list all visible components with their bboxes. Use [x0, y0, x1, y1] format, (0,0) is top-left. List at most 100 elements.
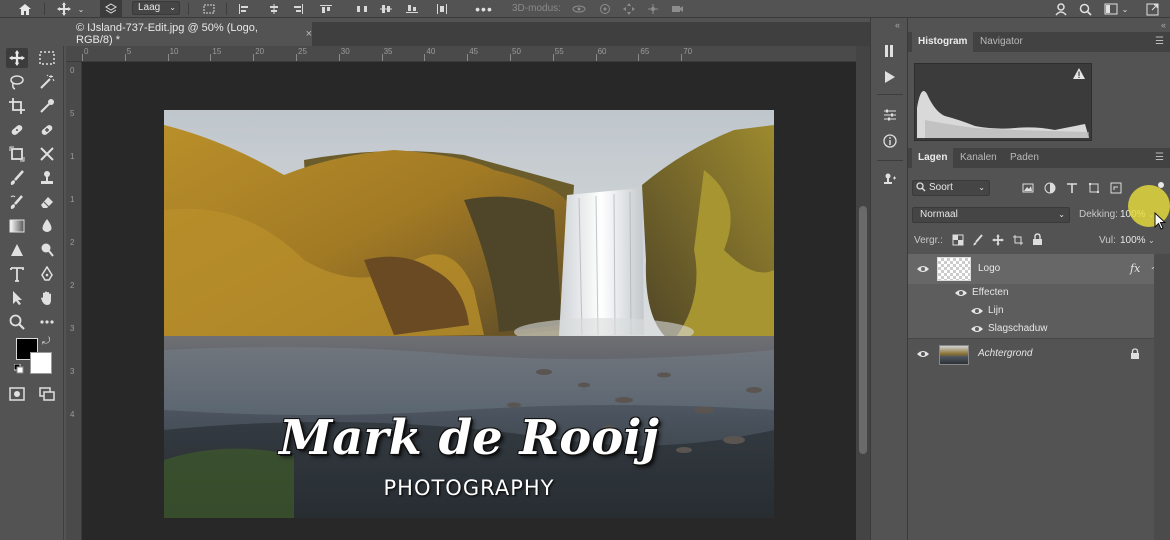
- tab-channels[interactable]: Kanalen: [954, 148, 1003, 168]
- filter-shape-icon[interactable]: [1086, 180, 1102, 196]
- auto-select-dropdown[interactable]: Laag ⌄: [132, 1, 180, 15]
- actions-play-icon[interactable]: [879, 66, 901, 88]
- transform-controls-icon[interactable]: [200, 0, 218, 18]
- move-tool-icon[interactable]: [6, 48, 28, 68]
- tab-paths[interactable]: Paden: [1004, 148, 1045, 168]
- distribute-horizontal-icon[interactable]: [434, 0, 450, 18]
- collapse-icon[interactable]: «: [895, 20, 900, 30]
- search-icon[interactable]: [1076, 0, 1094, 18]
- zoom-tool-icon[interactable]: [6, 312, 28, 332]
- patch-icon[interactable]: [36, 120, 58, 140]
- document-image[interactable]: Mark de Rooij PHOTOGRAPHY: [164, 110, 774, 518]
- hand-tool-icon[interactable]: [36, 288, 58, 308]
- marquee-tool-icon[interactable]: [36, 48, 58, 68]
- pen-icon[interactable]: [36, 264, 58, 284]
- history-brush-icon[interactable]: [6, 192, 28, 212]
- crop-tool-icon[interactable]: [6, 96, 28, 116]
- healing-brush-icon[interactable]: [6, 120, 28, 140]
- visibility-eye-icon[interactable]: [970, 306, 984, 316]
- lock-pixels-icon[interactable]: [972, 234, 984, 246]
- visibility-eye-icon[interactable]: [970, 324, 984, 334]
- chevron-down-icon[interactable]: ⌄: [1148, 236, 1155, 245]
- tab-histogram[interactable]: Histogram: [912, 32, 974, 52]
- frame-tool-icon[interactable]: [6, 144, 28, 164]
- layer-row-background[interactable]: Achtergrond: [908, 339, 1154, 369]
- paint-bucket-icon[interactable]: [6, 240, 28, 260]
- filter-type-icon[interactable]: [1064, 180, 1080, 196]
- layer-name[interactable]: Logo: [978, 263, 1000, 274]
- gradient-icon[interactable]: [6, 216, 28, 236]
- layer-effects-fx-icon[interactable]: fx: [1130, 262, 1140, 275]
- lock-all-icon[interactable]: [1032, 233, 1044, 246]
- collapse-icon[interactable]: «: [1161, 20, 1166, 30]
- brush-settings-icon[interactable]: [879, 40, 901, 62]
- swap-colors-icon[interactable]: ⤾: [42, 336, 54, 348]
- layer-stack-icon[interactable]: [100, 0, 122, 18]
- visibility-eye-icon[interactable]: [916, 349, 930, 359]
- effect-row-stroke[interactable]: Lijn: [908, 302, 1154, 320]
- blend-mode-dropdown[interactable]: Normaal ⌄: [912, 207, 1070, 223]
- layer-name[interactable]: Achtergrond: [978, 348, 1032, 359]
- warning-icon[interactable]: [1073, 68, 1085, 80]
- lock-position-icon[interactable]: [992, 234, 1004, 246]
- filter-pixel-icon[interactable]: [1020, 180, 1036, 196]
- tab-navigator[interactable]: Navigator: [974, 32, 1029, 52]
- tab-layers[interactable]: Lagen: [912, 148, 954, 168]
- close-icon[interactable]: ×: [306, 28, 312, 40]
- info-icon[interactable]: [879, 130, 901, 152]
- align-bottom-icon[interactable]: [404, 0, 420, 18]
- effects-row[interactable]: Effecten: [908, 284, 1154, 302]
- lasso-tool-icon[interactable]: [6, 72, 28, 92]
- panel-menu-icon[interactable]: ☰: [1155, 36, 1164, 47]
- more-tools-icon[interactable]: [36, 312, 58, 332]
- layer-row-logo[interactable]: Logo fx: [908, 254, 1154, 284]
- align-left-icon[interactable]: [236, 0, 252, 18]
- clone-stamp-icon[interactable]: [36, 168, 58, 188]
- visibility-eye-icon[interactable]: [954, 288, 968, 298]
- 3d-pan-icon[interactable]: [620, 0, 638, 18]
- 3d-roll-icon[interactable]: [596, 0, 614, 18]
- document-tab[interactable]: © IJsland-737-Edit.jpg @ 50% (Logo, RGB/…: [66, 22, 312, 46]
- chevron-down-icon[interactable]: ⌄: [76, 0, 86, 18]
- default-colors-icon[interactable]: [13, 363, 24, 374]
- workspace-icon[interactable]: [1102, 0, 1120, 18]
- align-right-icon[interactable]: [290, 0, 306, 18]
- move-icon[interactable]: [54, 0, 74, 18]
- brush-tool-icon[interactable]: [6, 168, 28, 188]
- share-document-icon[interactable]: [1142, 0, 1162, 18]
- eraser-icon[interactable]: [36, 192, 58, 212]
- filter-adjustment-icon[interactable]: [1042, 180, 1058, 196]
- filter-smart-object-icon[interactable]: [1108, 180, 1124, 196]
- layer-filter-dropdown[interactable]: Soort ⌄: [912, 180, 990, 196]
- background-color-swatch[interactable]: [30, 352, 52, 374]
- effect-row-drop-shadow[interactable]: Slagschaduw: [908, 320, 1154, 338]
- quick-mask-icon[interactable]: [6, 384, 28, 404]
- align-middle-icon[interactable]: [378, 0, 394, 18]
- screen-mode-icon[interactable]: [36, 384, 58, 404]
- type-tool-icon[interactable]: [6, 264, 28, 284]
- lock-transparent-icon[interactable]: [952, 234, 964, 246]
- align-top-icon[interactable]: [318, 0, 334, 18]
- distribute-icon[interactable]: [354, 0, 370, 18]
- magic-wand-icon[interactable]: [36, 72, 58, 92]
- panel-menu-icon[interactable]: ☰: [1155, 152, 1164, 163]
- scrollbar-thumb[interactable]: [859, 206, 867, 454]
- home-icon[interactable]: [14, 0, 36, 18]
- visibility-eye-icon[interactable]: [916, 264, 930, 274]
- path-select-icon[interactable]: [6, 288, 28, 308]
- layer-thumbnail[interactable]: [937, 257, 971, 281]
- share-icon[interactable]: [1052, 0, 1070, 18]
- adjustments-icon[interactable]: [879, 104, 901, 126]
- 3d-slide-icon[interactable]: [644, 0, 662, 18]
- eyedropper-icon[interactable]: [36, 96, 58, 116]
- fill-field[interactable]: 100%: [1120, 233, 1146, 249]
- 3d-orbit-icon[interactable]: [570, 0, 588, 18]
- clone-source-icon[interactable]: [879, 168, 901, 190]
- blur-icon[interactable]: [36, 216, 58, 236]
- lock-artboard-icon[interactable]: [1012, 234, 1024, 246]
- dodge-icon[interactable]: [36, 240, 58, 260]
- align-center-icon[interactable]: [266, 0, 282, 18]
- 3d-camera-icon[interactable]: [668, 0, 686, 18]
- vertical-scrollbar[interactable]: [856, 46, 870, 540]
- layers-scrollbar[interactable]: [1154, 254, 1170, 540]
